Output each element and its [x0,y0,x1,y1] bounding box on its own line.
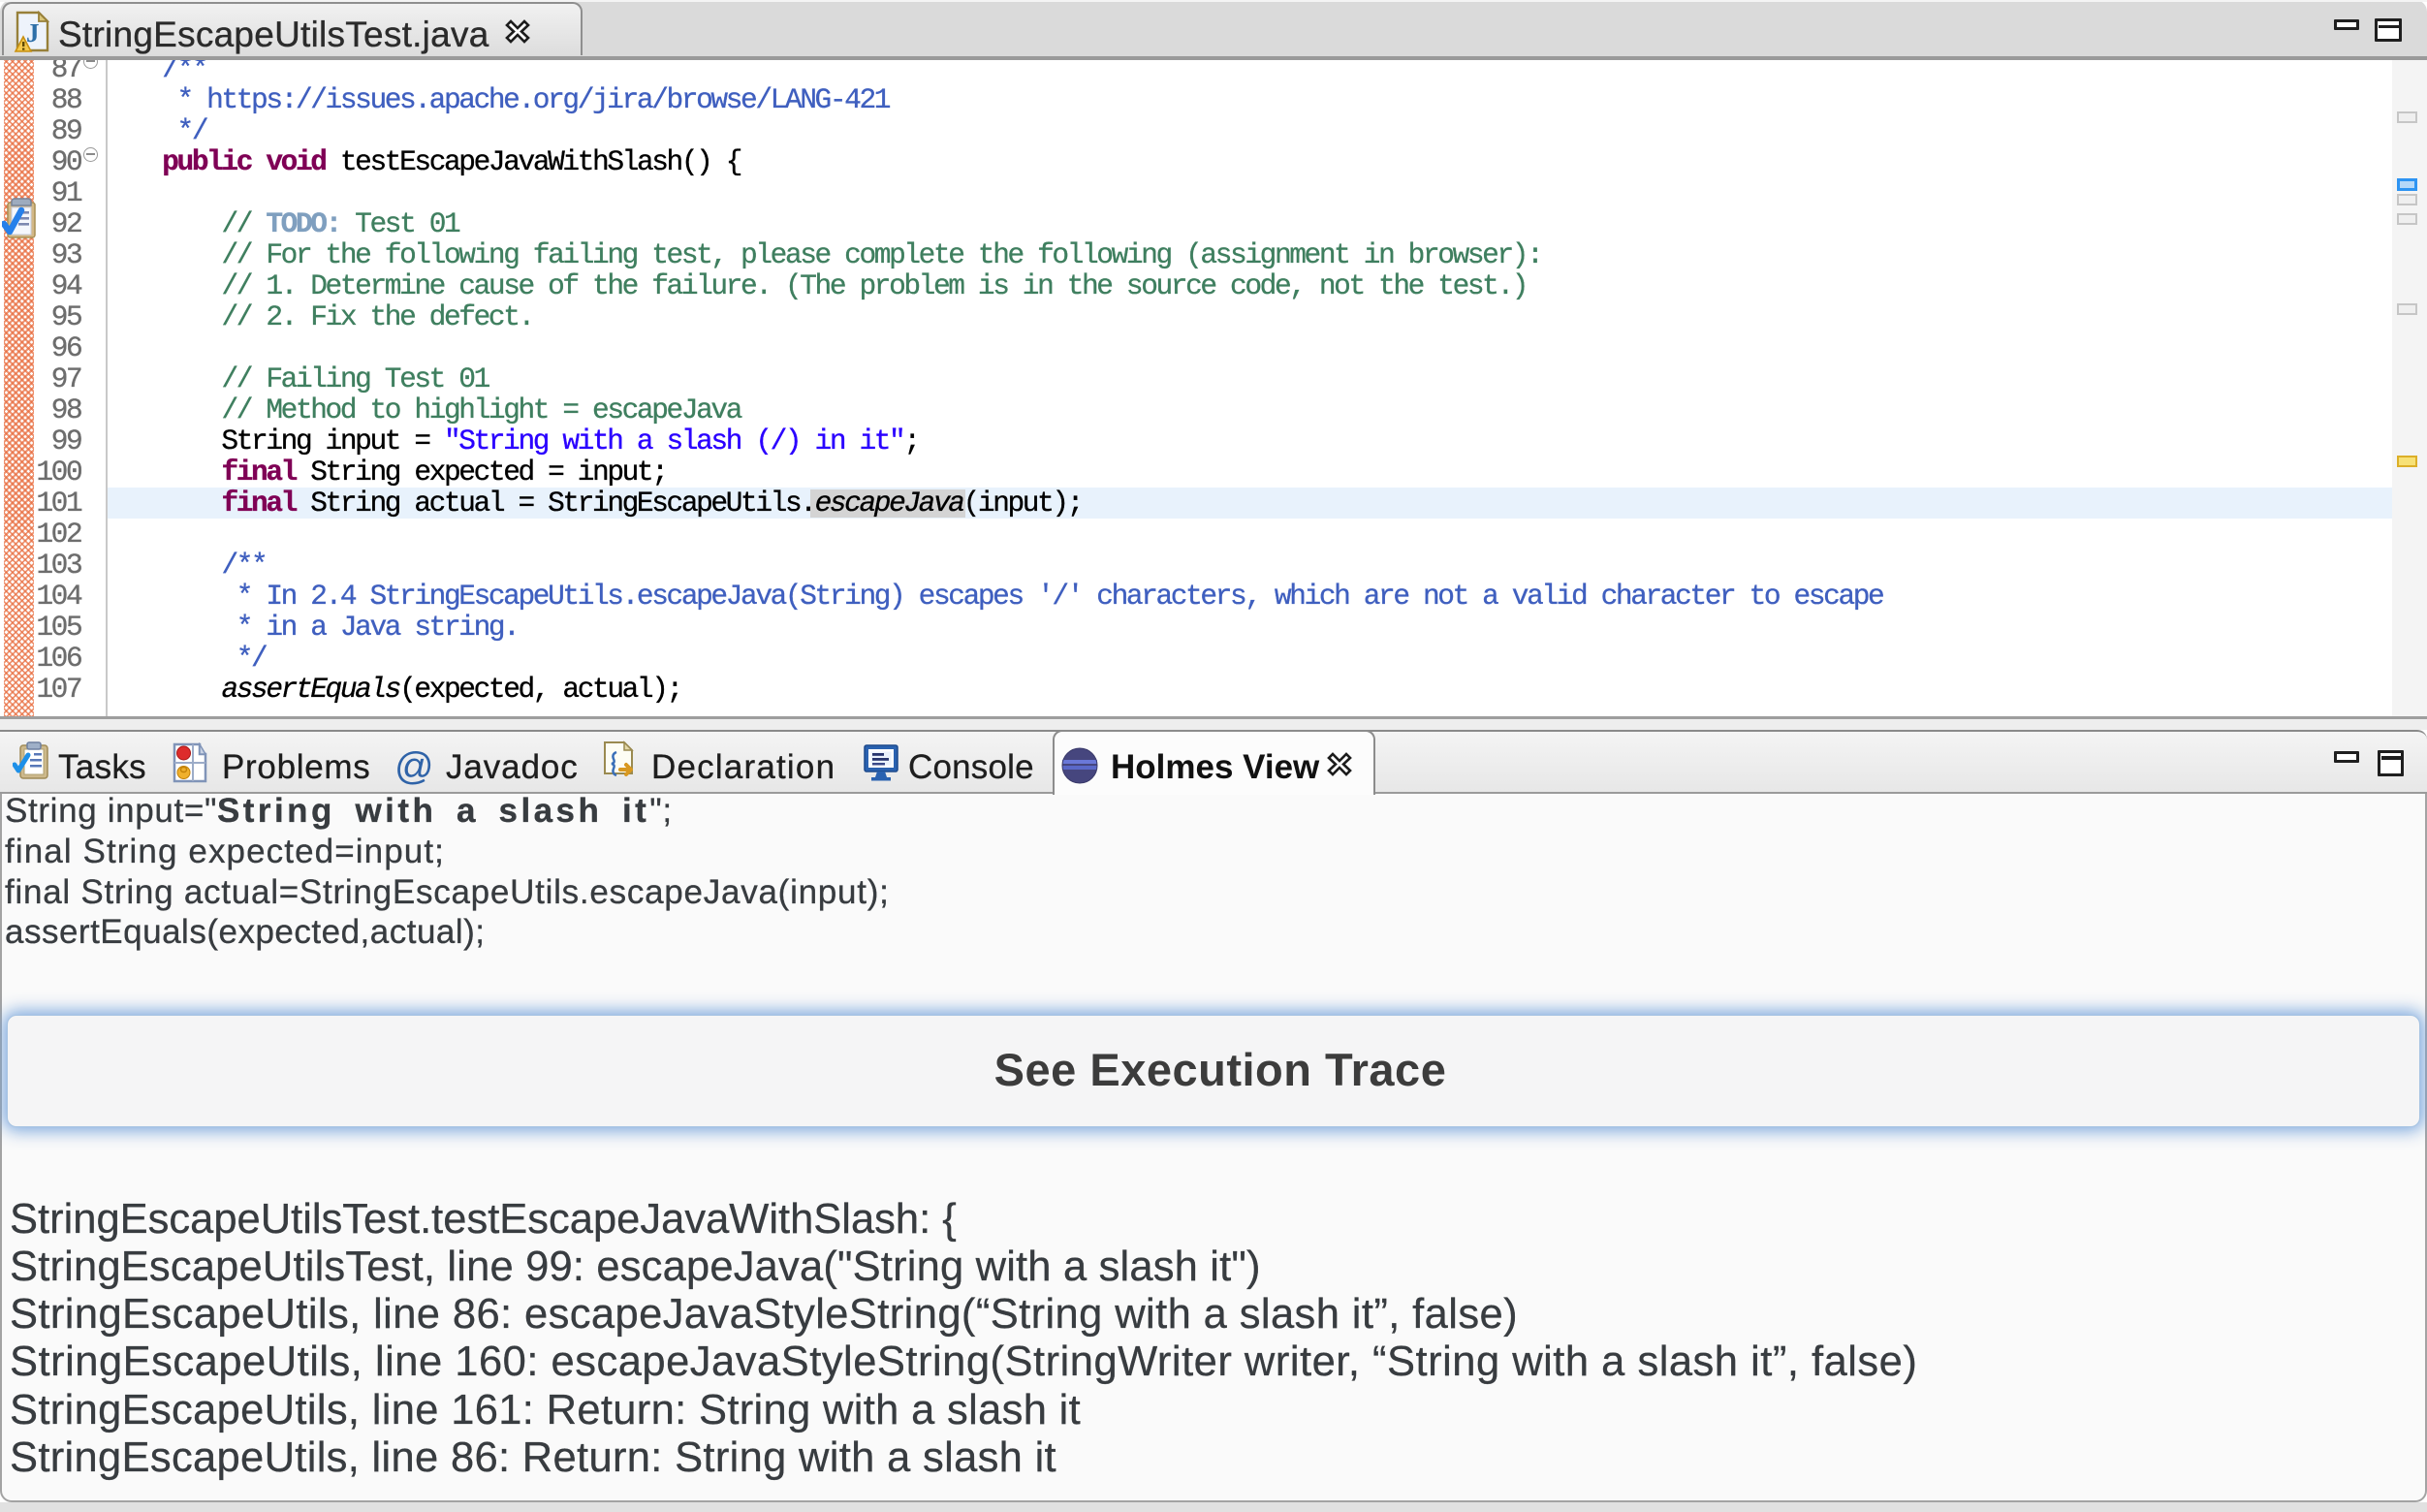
svg-text:J: J [26,18,40,47]
